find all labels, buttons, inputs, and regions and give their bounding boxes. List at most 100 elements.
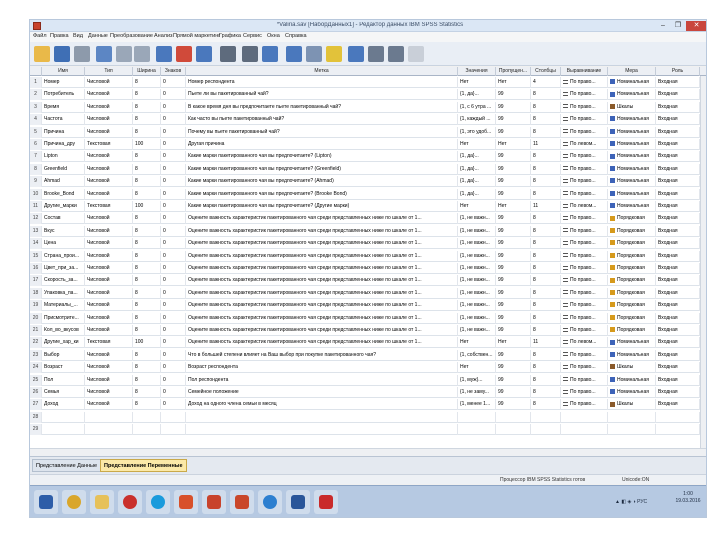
value-labels-icon[interactable] [348, 46, 364, 62]
row-number-cell[interactable]: 7 [30, 151, 42, 163]
var-type-cell[interactable] [85, 424, 133, 436]
var-label-cell[interactable]: Оцените важность характеристик пакетиров… [186, 325, 458, 336]
var-label-cell[interactable]: Оцените важность характеристик пакетиров… [186, 287, 458, 299]
menu-utilities[interactable]: Сервис [243, 33, 262, 39]
var-label-cell[interactable]: Как часто вы пьете пакетированный чай? [186, 114, 458, 126]
table-row[interactable]: 1 Номер Числовой 8 0 Номер респондента Нет Нет 4… [30, 77, 706, 88]
var-role-cell[interactable]: Входная [656, 139, 700, 150]
var-width-cell[interactable]: 8 [133, 213, 161, 225]
spss-icon[interactable] [202, 490, 226, 514]
var-align-cell[interactable]: По право... [561, 362, 608, 374]
var-width-cell[interactable]: 8 [133, 77, 161, 88]
var-width-cell[interactable]: 8 [133, 126, 161, 138]
var-width-cell[interactable] [133, 411, 161, 423]
var-width-cell[interactable]: 8 [133, 349, 161, 361]
horizontal-scrollbar[interactable] [30, 448, 706, 456]
var-decimals-cell[interactable]: 0 [161, 213, 186, 225]
var-label-cell[interactable]: Оцените важность характеристик пакетиров… [186, 275, 458, 287]
var-type-cell[interactable]: Числовой [85, 238, 133, 250]
var-measure-cell[interactable]: Шкалы [608, 399, 656, 411]
var-measure-cell[interactable]: Шкалы [608, 101, 656, 113]
var-values-cell[interactable]: {1, каждый ... [458, 114, 496, 126]
var-role-cell[interactable]: Входная [656, 238, 700, 250]
var-decimals-cell[interactable]: 0 [161, 325, 186, 336]
var-missing-cell[interactable]: Нет [496, 77, 531, 88]
row-number-cell[interactable]: 27 [30, 399, 42, 411]
var-type-cell[interactable]: Числовой [85, 114, 133, 126]
var-measure-cell[interactable]: Номинальная [608, 201, 656, 212]
var-label-cell[interactable]: Оцените важность характеристик пакетиров… [186, 225, 458, 237]
var-name-cell[interactable]: Материалы_... [42, 300, 85, 312]
var-name-cell[interactable]: Brooke_Bond [42, 188, 85, 200]
browser-icon[interactable] [258, 490, 282, 514]
var-decimals-cell[interactable]: 0 [161, 374, 186, 386]
var-role-cell[interactable]: Входная [656, 176, 700, 188]
var-values-cell[interactable]: {1, муж}... [458, 374, 496, 386]
var-align-cell[interactable]: По право... [561, 238, 608, 250]
var-width-cell[interactable]: 8 [133, 325, 161, 336]
var-decimals-cell[interactable]: 0 [161, 337, 186, 349]
var-label-cell[interactable]: Почему вы пьете пакетированный чай? [186, 126, 458, 138]
var-type-cell[interactable]: Числовой [85, 325, 133, 336]
var-align-cell[interactable]: По право... [561, 312, 608, 324]
row-number-cell[interactable]: 29 [30, 424, 42, 436]
var-label-cell[interactable]: Пьете ли вы пакетированный чай? [186, 89, 458, 101]
var-role-cell[interactable] [656, 424, 700, 436]
var-width-cell[interactable] [133, 424, 161, 436]
var-missing-cell[interactable]: 99 [496, 176, 531, 188]
table-row[interactable]: 17 Скорость_за... Числовой 8 0 Оцените важнос… [30, 275, 706, 287]
var-measure-cell[interactable]: Номинальная [608, 188, 656, 200]
insert-variable-icon[interactable] [262, 46, 278, 62]
var-decimals-cell[interactable]: 0 [161, 101, 186, 113]
var-name-cell[interactable]: Цвет_при_за... [42, 263, 85, 274]
var-name-cell[interactable]: Greenfield [42, 163, 85, 175]
table-row[interactable]: 2 Потребитель Числовой 8 0 Пьете ли вы пакети… [30, 89, 706, 101]
row-number-cell[interactable]: 16 [30, 263, 42, 274]
header-measure[interactable]: Мера [608, 67, 656, 76]
var-align-cell[interactable]: По право... [561, 77, 608, 88]
var-values-cell[interactable]: {1, да}... [458, 176, 496, 188]
spelling-icon[interactable] [408, 46, 424, 62]
var-columns-cell[interactable] [531, 411, 561, 423]
var-columns-cell[interactable]: 8 [531, 387, 561, 398]
var-type-cell[interactable]: Числовой [85, 250, 133, 262]
var-role-cell[interactable]: Входная [656, 349, 700, 361]
var-missing-cell[interactable]: 99 [496, 300, 531, 312]
var-columns-cell[interactable]: 8 [531, 263, 561, 274]
var-width-cell[interactable]: 8 [133, 300, 161, 312]
var-type-cell[interactable]: Числовой [85, 151, 133, 163]
var-missing-cell[interactable]: 99 [496, 349, 531, 361]
header-role[interactable]: Роль [656, 67, 700, 76]
menu-file[interactable]: Файл [33, 33, 47, 39]
var-align-cell[interactable]: По право... [561, 349, 608, 361]
menu-window[interactable]: Окна [267, 33, 280, 39]
var-width-cell[interactable]: 8 [133, 163, 161, 175]
var-name-cell[interactable] [42, 411, 85, 423]
var-values-cell[interactable] [458, 411, 496, 423]
var-label-cell[interactable] [186, 424, 458, 436]
var-decimals-cell[interactable]: 0 [161, 225, 186, 237]
var-decimals-cell[interactable]: 0 [161, 176, 186, 188]
var-columns-cell[interactable]: 8 [531, 238, 561, 250]
var-values-cell[interactable]: {1, да}... [458, 151, 496, 163]
var-measure-cell[interactable]: Порядковая [608, 300, 656, 312]
var-decimals-cell[interactable]: 0 [161, 126, 186, 138]
var-columns-cell[interactable]: 8 [531, 151, 561, 163]
var-columns-cell[interactable]: 8 [531, 126, 561, 138]
var-missing-cell[interactable]: Нет [496, 337, 531, 349]
var-align-cell[interactable]: По право... [561, 399, 608, 411]
var-columns-cell[interactable]: 8 [531, 213, 561, 225]
var-values-cell[interactable]: {1, да}... [458, 188, 496, 200]
select-cases-icon[interactable] [326, 46, 342, 62]
row-number-cell[interactable]: 28 [30, 411, 42, 423]
header-width[interactable]: Ширина [133, 67, 161, 76]
var-align-cell[interactable]: По право... [561, 163, 608, 175]
var-missing-cell[interactable]: 99 [496, 163, 531, 175]
var-measure-cell[interactable]: Номинальная [608, 77, 656, 88]
var-values-cell[interactable]: {1, с 6 утра ... [458, 101, 496, 113]
header-values[interactable]: Значения [458, 67, 496, 76]
var-measure-cell[interactable]: Номинальная [608, 387, 656, 398]
row-number-cell[interactable]: 9 [30, 176, 42, 188]
var-values-cell[interactable]: {1, не заму... [458, 387, 496, 398]
var-missing-cell[interactable]: 99 [496, 101, 531, 113]
